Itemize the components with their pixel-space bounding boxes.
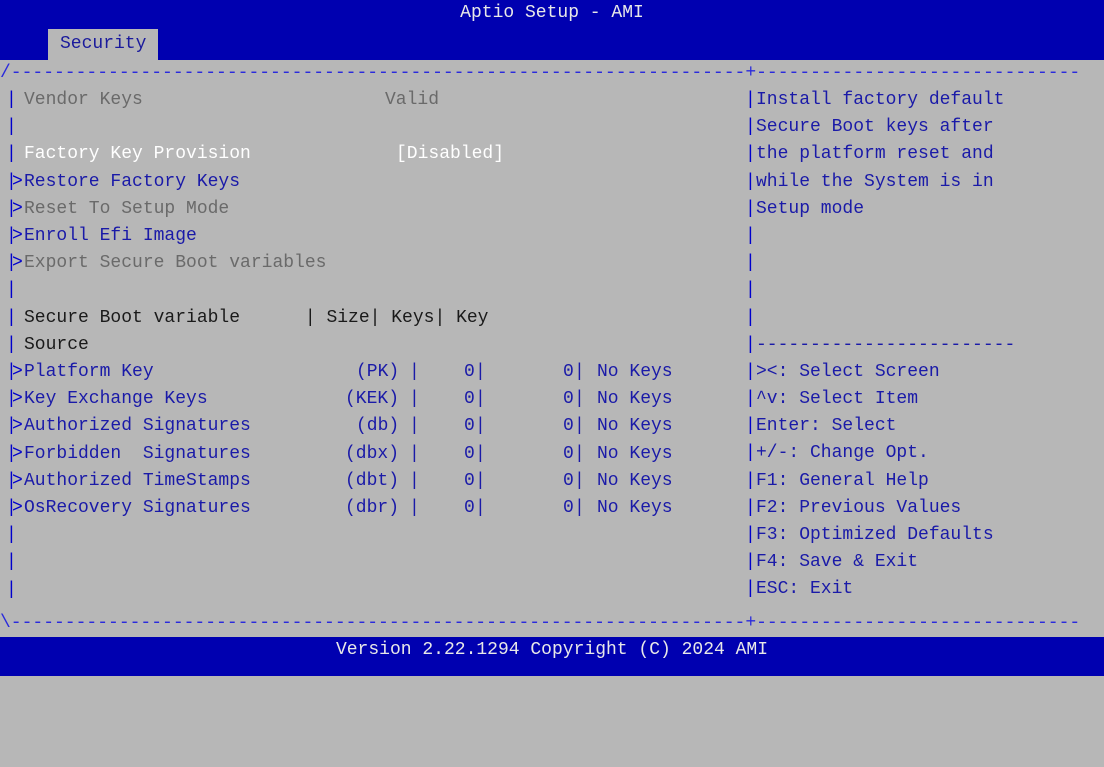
- help-key-f3: F3: Optimized Defaults: [756, 525, 994, 545]
- row-source: No Keys: [597, 470, 673, 491]
- help-panel: | Install factory default | Secure Boot ke…: [745, 87, 1104, 604]
- row-keys: 0: [563, 362, 574, 382]
- help-key-select-item: ^v: Select Item: [756, 389, 919, 410]
- row-name: Forbidden Signatures: [24, 443, 251, 464]
- enroll-efi-image-label: Enroll Efi Image: [24, 226, 197, 246]
- row-source: No Keys: [597, 362, 673, 382]
- footer-bar: Version 2.22.1294 Copyright (C) 2024 AMI: [0, 637, 1104, 676]
- row-keys: 0: [563, 389, 574, 410]
- row-abbr: (dbx): [345, 443, 400, 464]
- tab-security[interactable]: Security: [48, 29, 159, 60]
- row-abbr: (db): [356, 416, 400, 437]
- row-source: No Keys: [597, 416, 673, 437]
- row-size: 0: [464, 443, 475, 464]
- row-size: 0: [464, 498, 475, 518]
- frame-bottom-border: \---------------------------------------…: [0, 613, 1081, 633]
- help-key-esc: ESC: Exit: [756, 579, 854, 600]
- row-abbr: (dbt): [345, 470, 400, 491]
- row-size: 0: [464, 470, 475, 491]
- row-keys: 0: [563, 498, 574, 518]
- help-key-select-screen: ><: Select Screen: [756, 361, 940, 382]
- row-size: 0: [464, 389, 475, 410]
- factory-key-provision-value[interactable]: [Disabled]: [396, 141, 504, 168]
- row-source: No Keys: [597, 498, 673, 518]
- row-source: No Keys: [597, 443, 673, 464]
- help-key-f4: F4: Save & Exit: [756, 552, 919, 573]
- help-description-line: while the System is in: [756, 171, 994, 192]
- help-key-f2: F2: Previous Values: [756, 497, 962, 518]
- row-size: 0: [464, 416, 475, 437]
- row-abbr: (PK): [356, 362, 400, 382]
- row-abbr: (KEK): [345, 389, 400, 410]
- row-keys: 0: [563, 443, 574, 464]
- row-name: Authorized TimeStamps: [24, 470, 251, 491]
- row-abbr: (dbr): [345, 498, 400, 518]
- help-description-line: Secure Boot keys after: [756, 117, 994, 138]
- row-name: Key Exchange Keys: [24, 389, 208, 410]
- help-key-change-opt: +/-: Change Opt.: [756, 443, 929, 464]
- help-key-enter: Enter: Select: [756, 416, 897, 437]
- table-header-line1: Secure Boot variable | Size| Keys| Key: [24, 307, 489, 328]
- app-title: Aptio Setup - AMI: [460, 3, 644, 23]
- version-text: Version 2.22.1294 Copyright (C) 2024 AMI: [335, 640, 769, 660]
- row-keys: 0: [563, 416, 574, 437]
- restore-factory-keys-label: Restore Factory Keys: [24, 171, 241, 192]
- help-separator: ------------------------: [756, 334, 1016, 355]
- row-name: Authorized Signatures: [24, 416, 251, 437]
- vendor-keys-label: Vendor Keys: [24, 90, 143, 110]
- title-bar: Aptio Setup - AMI Security: [0, 0, 1104, 60]
- row-keys: 0: [563, 470, 574, 491]
- help-key-f1: F1: General Help: [756, 470, 929, 491]
- help-description-line: the platform reset and: [756, 144, 994, 165]
- export-secure-boot-variables-label: Export Secure Boot variables: [24, 253, 327, 274]
- help-description-line: Setup mode: [756, 198, 865, 219]
- vendor-keys-value: Valid: [385, 90, 440, 110]
- factory-key-provision-label: Factory Key Provision: [24, 144, 251, 165]
- row-name: OsRecovery Signatures: [24, 498, 251, 518]
- row-source: No Keys: [597, 389, 673, 410]
- row-name: Platform Key: [24, 362, 154, 382]
- reset-to-setup-mode-label: Reset To Setup Mode: [24, 198, 230, 219]
- frame-top-border: /---------------------------------------…: [0, 63, 1081, 83]
- row-size: 0: [464, 362, 475, 382]
- help-description-line: Install factory default: [756, 90, 1005, 110]
- table-header-line2: Source: [24, 334, 89, 355]
